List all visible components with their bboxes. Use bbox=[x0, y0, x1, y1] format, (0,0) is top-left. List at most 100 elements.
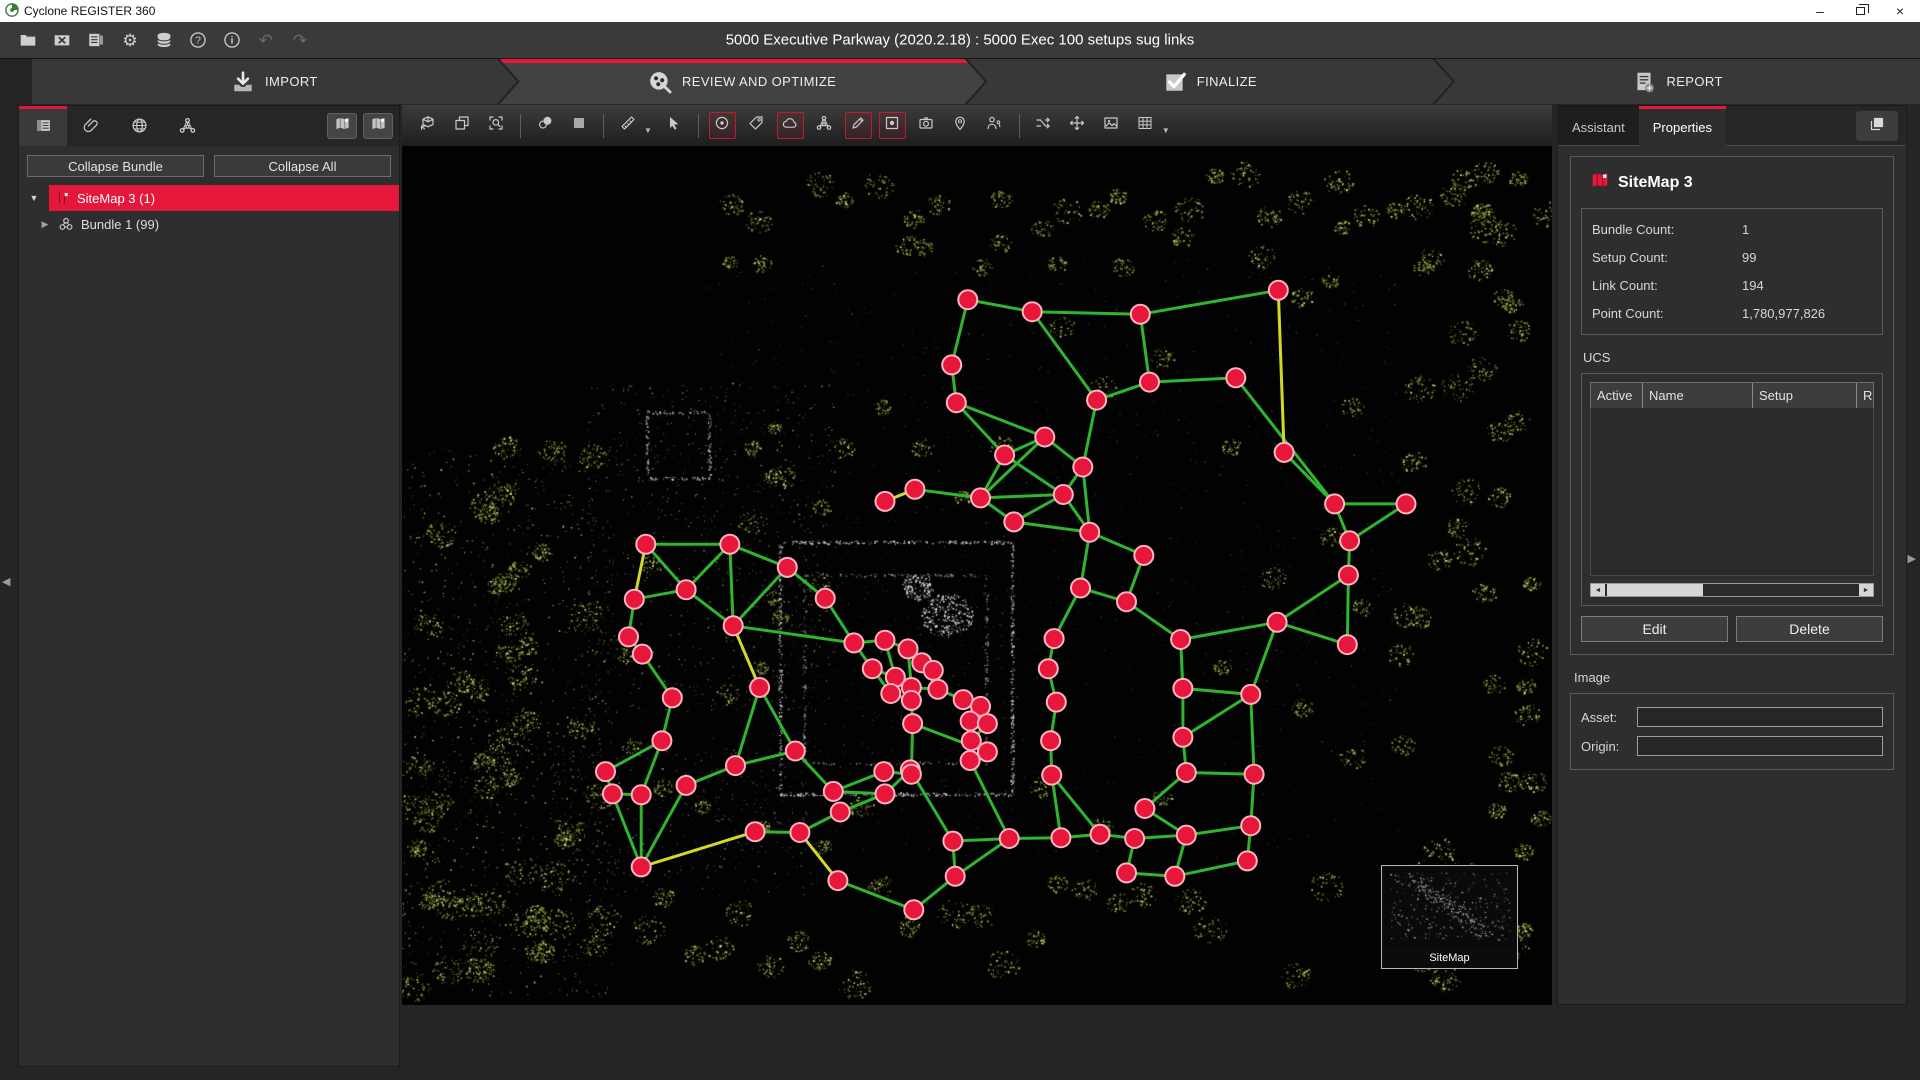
workflow-tab-review-and-optimize[interactable]: REVIEW AND OPTIMIZE bbox=[500, 59, 985, 104]
setup-node[interactable] bbox=[903, 714, 922, 733]
setup-node[interactable] bbox=[1091, 825, 1110, 844]
setup-node[interactable] bbox=[1023, 302, 1042, 321]
setup-node[interactable] bbox=[632, 785, 651, 804]
scroll-left-arrow[interactable]: ◄ bbox=[1591, 584, 1605, 596]
move-tool[interactable] bbox=[1064, 112, 1091, 139]
setup-node[interactable] bbox=[876, 631, 895, 650]
setup-link[interactable] bbox=[1175, 861, 1248, 876]
setup-node[interactable] bbox=[1004, 512, 1023, 531]
setup-node[interactable] bbox=[1042, 766, 1061, 785]
setup-node[interactable] bbox=[1135, 799, 1154, 818]
setup-node[interactable] bbox=[831, 803, 850, 822]
show-setups-toggle[interactable] bbox=[709, 112, 736, 139]
setup-node[interactable] bbox=[1338, 635, 1357, 654]
ucs-table-body[interactable] bbox=[1590, 408, 1874, 576]
setup-node[interactable] bbox=[1000, 829, 1019, 848]
tab-geotags[interactable] bbox=[115, 106, 163, 146]
redo-button[interactable]: ↷ bbox=[284, 27, 316, 53]
setup-link[interactable] bbox=[1251, 622, 1277, 694]
setup-node[interactable] bbox=[750, 678, 769, 697]
setup-node[interactable] bbox=[1177, 826, 1196, 845]
sitemap-viewport[interactable]: SiteMap bbox=[402, 147, 1552, 1005]
tab-project-tree[interactable] bbox=[19, 106, 67, 146]
setup-node[interactable] bbox=[1245, 765, 1264, 784]
setup-node[interactable] bbox=[720, 535, 739, 554]
collapse-bundle-button[interactable]: Collapse Bundle bbox=[27, 155, 204, 177]
undo-button[interactable]: ↶ bbox=[250, 27, 282, 53]
setup-node[interactable] bbox=[928, 680, 947, 699]
setup-node[interactable] bbox=[881, 684, 900, 703]
setup-node[interactable] bbox=[1134, 546, 1153, 565]
copy-view-tool[interactable] bbox=[448, 112, 475, 139]
show-pointcloud-toggle[interactable] bbox=[777, 112, 804, 139]
close-button[interactable]: × bbox=[1880, 0, 1920, 22]
setup-node[interactable] bbox=[876, 492, 895, 511]
setup-node[interactable] bbox=[1131, 305, 1150, 324]
setup-node[interactable] bbox=[1173, 679, 1192, 698]
setup-link[interactable] bbox=[838, 881, 914, 910]
setup-node[interactable] bbox=[863, 659, 882, 678]
setup-node[interactable] bbox=[971, 488, 990, 507]
setup-node[interactable] bbox=[1117, 592, 1136, 611]
setup-node[interactable] bbox=[1051, 828, 1070, 847]
export-setup-tool[interactable] bbox=[414, 112, 441, 139]
setup-node[interactable] bbox=[1171, 630, 1190, 649]
setup-node[interactable] bbox=[1125, 829, 1144, 848]
setup-link[interactable] bbox=[1183, 694, 1251, 737]
storage-button[interactable] bbox=[148, 27, 180, 53]
setup-node[interactable] bbox=[724, 616, 743, 635]
tab-properties[interactable]: Properties bbox=[1639, 106, 1726, 146]
setup-link[interactable] bbox=[733, 626, 854, 643]
setup-node[interactable] bbox=[947, 393, 966, 412]
delete-button[interactable]: Delete bbox=[1736, 616, 1883, 642]
setup-node[interactable] bbox=[904, 900, 923, 919]
setup-node[interactable] bbox=[1041, 731, 1060, 750]
setup-node[interactable] bbox=[790, 823, 809, 842]
setup-node[interactable] bbox=[596, 762, 615, 781]
ucs-column-name[interactable]: Name bbox=[1643, 383, 1753, 408]
expand-caret[interactable]: ▶ bbox=[37, 219, 53, 230]
origin-input[interactable] bbox=[1637, 736, 1883, 756]
setup-node[interactable] bbox=[1073, 458, 1092, 477]
maximize-button[interactable] bbox=[1840, 0, 1880, 22]
setup-link[interactable] bbox=[612, 794, 641, 867]
asset-tool[interactable] bbox=[981, 112, 1008, 139]
setup-node[interactable] bbox=[1275, 443, 1294, 462]
setup-node[interactable] bbox=[844, 633, 863, 652]
setup-node[interactable] bbox=[1325, 494, 1344, 513]
annotate-tool[interactable] bbox=[845, 112, 872, 139]
setup-node[interactable] bbox=[924, 661, 943, 680]
setup-node[interactable] bbox=[1039, 659, 1058, 678]
geotag-tool[interactable] bbox=[947, 112, 974, 139]
workflow-tab-report[interactable]: REPORT bbox=[1435, 59, 1920, 104]
setup-link[interactable] bbox=[1150, 378, 1236, 382]
workflow-tab-import[interactable]: IMPORT bbox=[32, 59, 517, 104]
setup-node[interactable] bbox=[876, 784, 895, 803]
setup-node[interactable] bbox=[746, 822, 765, 841]
setup-node[interactable] bbox=[625, 590, 644, 609]
setup-node[interactable] bbox=[902, 691, 921, 710]
open-project-button[interactable] bbox=[12, 27, 44, 53]
setup-node[interactable] bbox=[816, 589, 835, 608]
setup-node[interactable] bbox=[677, 580, 696, 599]
setup-node[interactable] bbox=[1117, 863, 1136, 882]
sitemap-button-2[interactable] bbox=[363, 113, 393, 139]
dropdown-caret-icon[interactable]: ▼ bbox=[1162, 126, 1170, 135]
setup-node[interactable] bbox=[958, 290, 977, 309]
fill-view-tool[interactable] bbox=[565, 112, 592, 139]
setup-node[interactable] bbox=[1226, 368, 1245, 387]
setup-node[interactable] bbox=[1087, 391, 1106, 410]
setup-node[interactable] bbox=[902, 765, 921, 784]
setup-link[interactable] bbox=[1005, 455, 1064, 495]
expand-caret[interactable]: ▼ bbox=[19, 185, 49, 211]
project-manager-button[interactable] bbox=[80, 27, 112, 53]
ucs-column-setup[interactable]: Setup bbox=[1753, 383, 1857, 408]
setup-link[interactable] bbox=[970, 761, 1009, 839]
setup-link[interactable] bbox=[1284, 452, 1335, 504]
setup-node[interactable] bbox=[1241, 816, 1260, 835]
setup-node[interactable] bbox=[1047, 693, 1066, 712]
setup-link[interactable] bbox=[1140, 290, 1278, 314]
setup-node[interactable] bbox=[1140, 373, 1159, 392]
swap-links-tool[interactable] bbox=[1030, 112, 1057, 139]
setup-node[interactable] bbox=[946, 867, 965, 886]
